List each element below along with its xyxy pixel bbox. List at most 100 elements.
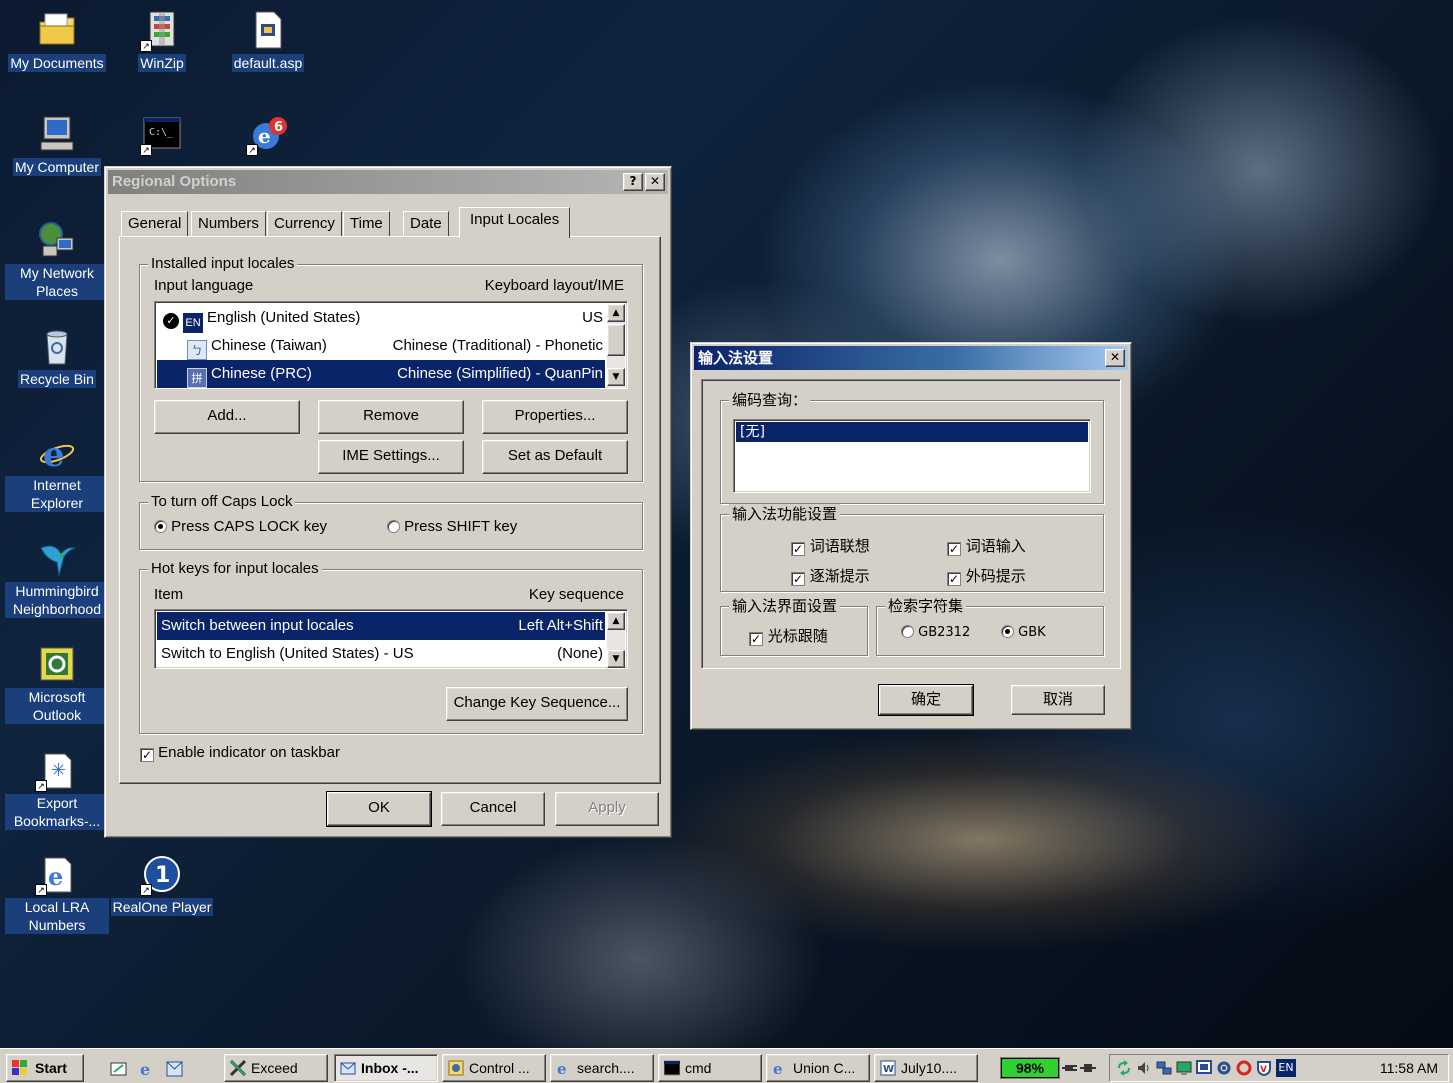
outlook-quicklaunch-icon[interactable] xyxy=(166,1060,184,1078)
desktop-icon-local-lra[interactable]: e ↗ Local LRA Numbers xyxy=(5,854,109,934)
start-button[interactable]: Start xyxy=(6,1054,84,1082)
checkbox-icon[interactable]: ✓ xyxy=(140,748,154,762)
radio-button[interactable] xyxy=(154,520,167,533)
change-key-sequence-button[interactable]: Change Key Sequence... xyxy=(446,687,628,721)
close-button[interactable]: ✕ xyxy=(1105,349,1125,367)
ime-settings-titlebar[interactable]: 输入法设置 ✕ xyxy=(694,346,1128,370)
desktop-icon-export-bookmarks[interactable]: ✳ ↗ Export Bookmarks-... xyxy=(5,750,109,830)
desktop-icon-recycle-bin[interactable]: Recycle Bin xyxy=(5,326,109,388)
desktop-icon-cmd[interactable]: C:\_ ↗ xyxy=(110,114,214,158)
tab-numbers[interactable]: Numbers xyxy=(191,211,266,237)
check-word-input[interactable]: ✓ 词语输入 xyxy=(947,535,1026,556)
desktop-icon-internet-explorer[interactable]: e Internet Explorer xyxy=(5,432,109,512)
tab-general[interactable]: General xyxy=(121,211,189,237)
radio-gbk[interactable]: GBK xyxy=(1001,625,1046,640)
desktop-icon-my-network-places[interactable]: My Network Places xyxy=(5,220,109,300)
close-button[interactable]: ✕ xyxy=(645,173,665,191)
radio-button[interactable] xyxy=(387,520,400,533)
sync-icon[interactable] xyxy=(1116,1060,1132,1076)
task-union[interactable]: e Union C... xyxy=(766,1054,870,1082)
help-button[interactable]: ? xyxy=(623,173,643,191)
language-indicator[interactable]: EN xyxy=(1276,1059,1296,1077)
settings-gear-icon[interactable] xyxy=(1216,1060,1232,1076)
checkbox-icon[interactable]: ✓ xyxy=(791,542,805,556)
list-item[interactable]: [无] xyxy=(736,422,1088,442)
task-control-panel[interactable]: Control ... xyxy=(442,1054,546,1082)
desktop-icon-winzip[interactable]: ↗ WinZip xyxy=(110,10,214,72)
list-item[interactable]: ✓ EN English (United States) US xyxy=(157,304,605,333)
security-shield-icon[interactable]: V xyxy=(1256,1060,1272,1076)
task-exceed[interactable]: Exceed xyxy=(224,1054,328,1082)
hotkeys-list[interactable]: Switch between input locales Left Alt+Sh… xyxy=(154,609,628,669)
task-july10[interactable]: W July10.... xyxy=(874,1054,978,1082)
desktop-icon-ie6[interactable]: e6 ↗ xyxy=(216,114,320,158)
scroll-down-icon[interactable]: ▼ xyxy=(607,368,625,386)
scroll-up-icon[interactable]: ▲ xyxy=(607,612,625,630)
power-plug-icon[interactable] xyxy=(1062,1061,1078,1075)
tab-currency[interactable]: Currency xyxy=(267,211,342,237)
radio-shift[interactable]: Press SHIFT key xyxy=(387,518,517,535)
desktop-icon-label: My Documents xyxy=(8,54,106,72)
tab-time[interactable]: Time xyxy=(343,211,390,237)
checkbox-icon[interactable]: ✓ xyxy=(749,632,763,646)
input-locales-list[interactable]: ✓ EN English (United States) US ㄅ Chinese (… xyxy=(154,301,628,389)
enable-indicator-checkbox[interactable]: ✓ Enable indicator on taskbar xyxy=(140,744,340,762)
code-query-list[interactable]: [无] xyxy=(733,419,1091,493)
locales-scrollbar[interactable]: ▲ ▼ xyxy=(607,304,625,388)
radio-caps-lock[interactable]: Press CAPS LOCK key xyxy=(154,518,327,535)
task-inbox[interactable]: Inbox -... xyxy=(334,1054,438,1082)
hotkeys-scrollbar[interactable]: ▲ ▼ xyxy=(607,612,625,668)
check-code-hint[interactable]: ✓ 外码提示 xyxy=(947,565,1026,586)
ime-settings-button[interactable]: IME Settings... xyxy=(318,440,464,474)
desktop-icon-hummingbird[interactable]: Hummingbird Neighborhood xyxy=(5,538,109,618)
task-cmd[interactable]: cmd xyxy=(658,1054,762,1082)
ok-button[interactable]: OK xyxy=(326,791,432,827)
volume-icon[interactable] xyxy=(1136,1060,1152,1076)
desktop-icon-my-documents[interactable]: My Documents xyxy=(5,10,109,72)
cancel-button[interactable]: Cancel xyxy=(441,792,545,826)
tab-date[interactable]: Date xyxy=(403,211,449,237)
task-search[interactable]: e search.... xyxy=(550,1054,654,1082)
window-title: Regional Options xyxy=(112,173,237,190)
radio-button[interactable] xyxy=(1001,625,1014,638)
clock[interactable]: 11:58 AM xyxy=(1380,1055,1438,1081)
desktop-icon-realone-player[interactable]: 1 ↗ RealOne Player xyxy=(110,854,214,916)
display-settings-icon[interactable] xyxy=(1176,1060,1192,1076)
ie-quicklaunch-icon[interactable]: e xyxy=(138,1060,156,1078)
network-plug-icon[interactable] xyxy=(1080,1061,1096,1075)
desktop-icon-microsoft-outlook[interactable]: Microsoft Outlook xyxy=(5,644,109,724)
checkbox-icon[interactable]: ✓ xyxy=(791,572,805,586)
ime-cancel-button[interactable]: 取消 xyxy=(1011,685,1105,715)
list-item[interactable]: 拼 Chinese (PRC) Chinese (Simplified) - Qu… xyxy=(157,360,605,388)
regional-options-titlebar[interactable]: Regional Options ? ✕ xyxy=(108,170,668,194)
monitor-icon[interactable] xyxy=(1196,1060,1212,1076)
apply-button[interactable]: Apply xyxy=(555,792,659,826)
desktop-icon-default-asp[interactable]: default.asp xyxy=(216,10,320,72)
check-word-association[interactable]: ✓ 词语联想 xyxy=(791,535,870,556)
checkbox-icon[interactable]: ✓ xyxy=(947,572,961,586)
show-desktop-icon[interactable] xyxy=(110,1060,128,1078)
set-default-button[interactable]: Set as Default xyxy=(482,440,628,474)
desktop-icon-my-computer[interactable]: My Computer xyxy=(5,114,109,176)
battery-meter[interactable]: 98% xyxy=(1000,1057,1060,1079)
radio-button[interactable] xyxy=(901,625,914,638)
radio-gb2312[interactable]: GB2312 xyxy=(901,625,970,640)
list-item[interactable]: ㄅ Chinese (Taiwan) Chinese (Traditional) … xyxy=(157,332,605,360)
checkbox-icon[interactable]: ✓ xyxy=(947,542,961,556)
scroll-up-icon[interactable]: ▲ xyxy=(607,304,625,322)
table-row[interactable]: Switch between input locales Left Alt+Sh… xyxy=(157,612,605,640)
radio-label: Press SHIFT key xyxy=(404,518,518,535)
check-cursor-follow[interactable]: ✓ 光标跟随 xyxy=(749,625,828,646)
table-row[interactable]: Switch to English (United States) - US (… xyxy=(157,640,605,668)
remove-button[interactable]: Remove xyxy=(318,400,464,434)
antivirus-icon[interactable] xyxy=(1236,1060,1252,1076)
tab-input-locales[interactable]: Input Locales xyxy=(459,207,571,238)
ime-ok-button[interactable]: 确定 xyxy=(878,684,974,716)
locale-layout: Chinese (Simplified) - QuanPin xyxy=(397,365,603,382)
scroll-down-icon[interactable]: ▼ xyxy=(607,650,625,668)
properties-button[interactable]: Properties... xyxy=(482,400,628,434)
network-status-icon[interactable] xyxy=(1156,1060,1172,1076)
scroll-thumb[interactable] xyxy=(607,324,625,356)
check-gradual-hint[interactable]: ✓ 逐渐提示 xyxy=(791,565,870,586)
add-button[interactable]: Add... xyxy=(154,400,300,434)
